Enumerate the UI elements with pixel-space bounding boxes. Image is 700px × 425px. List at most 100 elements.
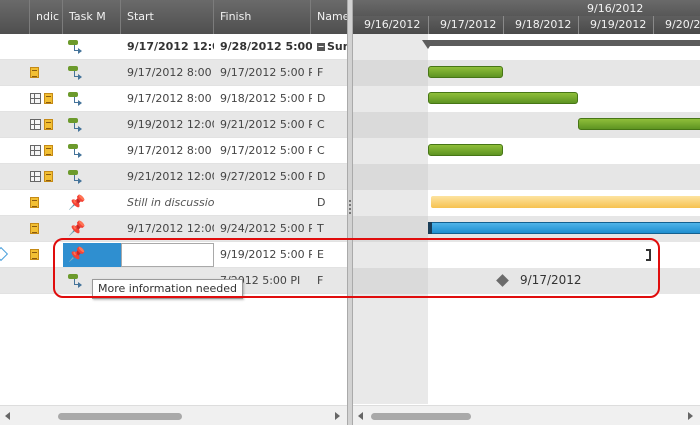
indicators-cell [30, 138, 62, 164]
indicators-cell [30, 112, 62, 138]
gantt-horizontal-scrollbar[interactable] [353, 405, 700, 425]
name-cell[interactable]: D [317, 86, 347, 112]
note-icon[interactable] [30, 66, 39, 78]
milestone-label: 9/17/2012 [520, 273, 582, 287]
finish-cell[interactable]: 9/28/2012 5:00 I [220, 34, 312, 60]
column-header-task-mode[interactable]: Task M [63, 0, 121, 34]
start-cell[interactable]: 9/17/2012 8:00 A [127, 86, 214, 112]
note-icon[interactable] [30, 248, 39, 260]
column-header-indicators[interactable]: ndic [30, 0, 63, 34]
table-row[interactable]: 9/21/2012 12:00 / 9/27/2012 5:00 PI D [0, 164, 347, 190]
table-row[interactable]: 9/17/2012 8:00 A 9/17/2012 5:00 PI C [0, 138, 347, 164]
table-row[interactable]: 📌 Still in discussion D [0, 190, 347, 216]
task-bar[interactable] [578, 118, 700, 130]
day-label: 9/18/2012 [503, 16, 578, 34]
note-icon[interactable] [44, 92, 53, 104]
finish-cell[interactable] [220, 190, 312, 216]
start-edit-input[interactable] [121, 243, 214, 267]
grid-corner[interactable] [0, 0, 30, 34]
scroll-thumb[interactable] [371, 413, 471, 420]
auto-scheduled-icon [68, 170, 86, 184]
name-text: Sum [327, 40, 347, 53]
start-cell[interactable]: Still in discussion [127, 190, 214, 216]
gantt-row [353, 164, 700, 190]
name-cell[interactable]: F [317, 268, 347, 294]
name-cell[interactable]: C [317, 112, 347, 138]
note-icon[interactable] [44, 170, 53, 182]
table-row-editing[interactable]: 📌 9/19/2012 5:00 PI E [0, 242, 347, 268]
current-row-indicator [0, 246, 9, 262]
name-cell[interactable]: T [317, 216, 347, 242]
task-bar[interactable] [428, 144, 503, 156]
table-row[interactable]: 9/17/2012 12:00 9/28/2012 5:00 I −Sum [0, 34, 347, 60]
collapse-icon[interactable]: − [317, 43, 325, 51]
name-cell[interactable]: −Sum [317, 34, 347, 60]
summary-bar[interactable] [427, 40, 700, 46]
table-icon[interactable] [30, 170, 41, 182]
indicators-cell [30, 164, 62, 190]
start-cell[interactable]: 9/17/2012 12:00 [127, 34, 214, 60]
task-bar[interactable] [428, 66, 503, 78]
note-icon[interactable] [44, 118, 53, 130]
table-icon[interactable] [30, 144, 41, 156]
name-cell[interactable]: D [317, 164, 347, 190]
table-row[interactable]: 9/19/2012 12:00 / 9/21/2012 5:00 PI C [0, 112, 347, 138]
estimated-duration-bar[interactable] [431, 196, 700, 208]
scroll-thumb[interactable] [58, 413, 182, 420]
finish-cell[interactable]: 9/21/2012 5:00 PI [220, 112, 312, 138]
indicators-cell [30, 216, 62, 242]
start-cell[interactable]: 9/21/2012 12:00 / [127, 164, 214, 190]
start-cell[interactable]: 9/17/2012 12:00 / [127, 216, 214, 242]
grid-header: ndic Task M Start Finish Name [0, 0, 347, 34]
day-label: 9/19/2012 [578, 16, 653, 34]
column-header-name[interactable]: Name [311, 0, 347, 34]
timescale-week-header: 9/16/2012 [353, 0, 700, 16]
indicators-cell [30, 190, 62, 216]
auto-scheduled-icon [68, 40, 86, 54]
note-icon[interactable] [44, 144, 53, 156]
grid-horizontal-scrollbar[interactable] [0, 405, 347, 425]
scroll-right-arrow-icon[interactable] [688, 412, 693, 420]
column-header-finish[interactable]: Finish [214, 0, 311, 34]
finish-cell[interactable]: 9/17/2012 5:00 PI [220, 60, 312, 86]
note-icon[interactable] [30, 222, 39, 234]
table-icon[interactable] [30, 92, 41, 104]
table-row[interactable]: 📌 9/17/2012 12:00 / 9/24/2012 5:00 PI T [0, 216, 347, 242]
indicators-cell [30, 60, 62, 86]
scroll-left-arrow-icon[interactable] [358, 412, 363, 420]
table-row[interactable]: 9/17/2012 8:00 A 9/18/2012 5:00 PI D [0, 86, 347, 112]
day-label: 9/20/20 [653, 16, 700, 34]
auto-scheduled-icon [68, 118, 86, 132]
splitter-grip-icon[interactable] [349, 200, 351, 214]
scroll-right-arrow-icon[interactable] [335, 412, 340, 420]
column-header-start[interactable]: Start [121, 0, 214, 34]
name-cell[interactable]: C [317, 138, 347, 164]
start-cell[interactable]: 9/19/2012 12:00 / [127, 112, 214, 138]
scroll-left-arrow-icon[interactable] [5, 412, 10, 420]
table-icon[interactable] [30, 118, 41, 130]
tooltip: More information needed [92, 279, 243, 299]
timescale-day-header: 9/16/2012 9/17/2012 9/18/2012 9/19/2012 … [353, 16, 700, 34]
finish-cell[interactable]: 9/17/2012 5:00 PI [220, 138, 312, 164]
task-bar[interactable] [428, 92, 578, 104]
start-cell[interactable]: 9/17/2012 8:00 A [127, 138, 214, 164]
note-icon[interactable] [30, 196, 39, 208]
day-label: 9/17/2012 [428, 16, 503, 34]
name-cell[interactable]: D [317, 190, 347, 216]
start-cell[interactable]: 9/17/2012 8:00 A [127, 60, 214, 86]
auto-scheduled-icon [68, 144, 86, 158]
finish-cell[interactable]: 9/27/2012 5:00 PI [220, 164, 312, 190]
manual-question-pin-icon: 📌 [68, 247, 86, 263]
finish-cell[interactable]: 9/24/2012 5:00 PI [220, 216, 312, 242]
table-row[interactable]: 9/17/2012 8:00 A 9/17/2012 5:00 PI F [0, 60, 347, 86]
manual-task-bar[interactable] [428, 222, 700, 234]
indicators-cell [30, 242, 62, 268]
auto-scheduled-icon [68, 274, 86, 288]
name-cell[interactable]: E [317, 242, 347, 268]
finish-cell[interactable]: 9/18/2012 5:00 PI [220, 86, 312, 112]
finish-only-marker-icon[interactable] [646, 249, 651, 261]
finish-cell[interactable]: 9/19/2012 5:00 PI [220, 242, 312, 268]
manual-pin-icon: 📌 [68, 195, 86, 211]
summary-bar-start-icon [422, 40, 434, 49]
name-cell[interactable]: F [317, 60, 347, 86]
